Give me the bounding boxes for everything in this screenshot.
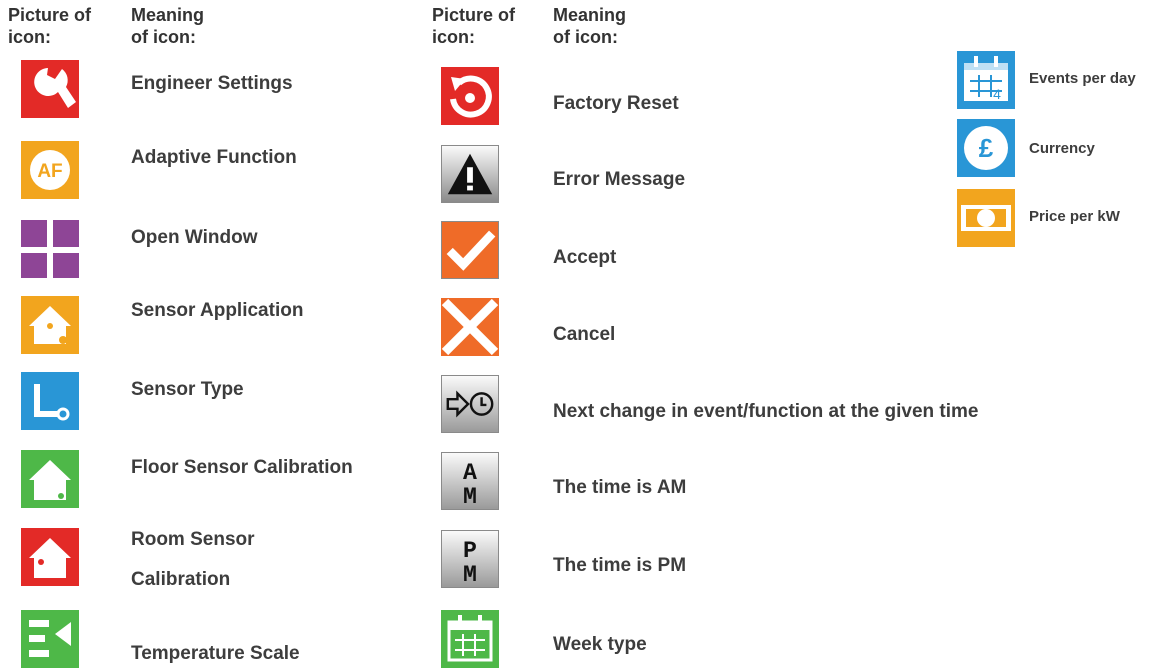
label-open-window: Open Window [131, 227, 258, 248]
label-factory-reset: Factory Reset [553, 93, 679, 114]
label-next-change: Next change in event/function at the giv… [553, 401, 979, 422]
temperature-scale-icon [21, 610, 79, 668]
af-icon-text: AF [37, 161, 62, 182]
sensor-type-icon [21, 372, 79, 430]
room-sensor-house-icon [21, 528, 79, 586]
label-floor-sensor-calibration: Floor Sensor Calibration [131, 457, 353, 478]
label-cancel: Cancel [553, 324, 616, 345]
week-calendar-icon [441, 610, 499, 668]
window-icon [21, 220, 79, 278]
pm-icon-bottom: M [463, 562, 477, 587]
pm-icon: P M [441, 530, 499, 588]
calendar-events-icon-number: 4 [993, 86, 1001, 102]
am-icon-top: A [463, 460, 477, 486]
label-adaptive-function: Adaptive Function [131, 147, 297, 168]
label-temperature-scale: Temperature Scale [131, 643, 300, 664]
label-currency: Currency [1029, 140, 1095, 157]
header-picture-of-icon-left: Picture of icon: [8, 5, 92, 47]
reset-icon [441, 67, 499, 125]
label-events-per-day: Events per day [1029, 70, 1136, 87]
wrench-icon [21, 60, 79, 118]
cross-icon [441, 298, 499, 356]
arrow-clock-icon [441, 375, 499, 433]
floor-sensor-house-icon [21, 450, 79, 508]
header-meaning-of-icon-left: Meaning of icon: [131, 5, 205, 47]
label-room-sensor-calibration: Room Sensor Calibration [131, 529, 255, 590]
label-sensor-application: Sensor Application [131, 300, 304, 321]
am-icon: A M [441, 452, 499, 510]
label-accept: Accept [553, 247, 617, 268]
banknote-icon [957, 189, 1015, 247]
pm-icon-top: P [463, 538, 477, 564]
calendar-events-icon: 4 [957, 51, 1015, 109]
currency-pound-icon-symbol: £ [979, 133, 994, 163]
warning-icon [441, 145, 499, 203]
label-week-type: Week type [553, 634, 647, 655]
label-engineer-settings: Engineer Settings [131, 73, 293, 94]
am-icon-bottom: M [463, 484, 477, 509]
label-time-am: The time is AM [553, 477, 687, 498]
header-meaning-of-icon-middle: Meaning of icon: [553, 5, 627, 47]
af-icon: AF [21, 141, 79, 199]
currency-pound-icon: £ [957, 119, 1015, 177]
label-sensor-type: Sensor Type [131, 379, 244, 400]
label-time-pm: The time is PM [553, 555, 687, 576]
header-picture-of-icon-middle: Picture of icon: [432, 5, 516, 47]
label-error-message: Error Message [553, 169, 686, 190]
label-price-per-kw: Price per kW [1029, 208, 1120, 225]
checkmark-icon [441, 221, 499, 279]
house-sensor-icon [21, 296, 79, 354]
